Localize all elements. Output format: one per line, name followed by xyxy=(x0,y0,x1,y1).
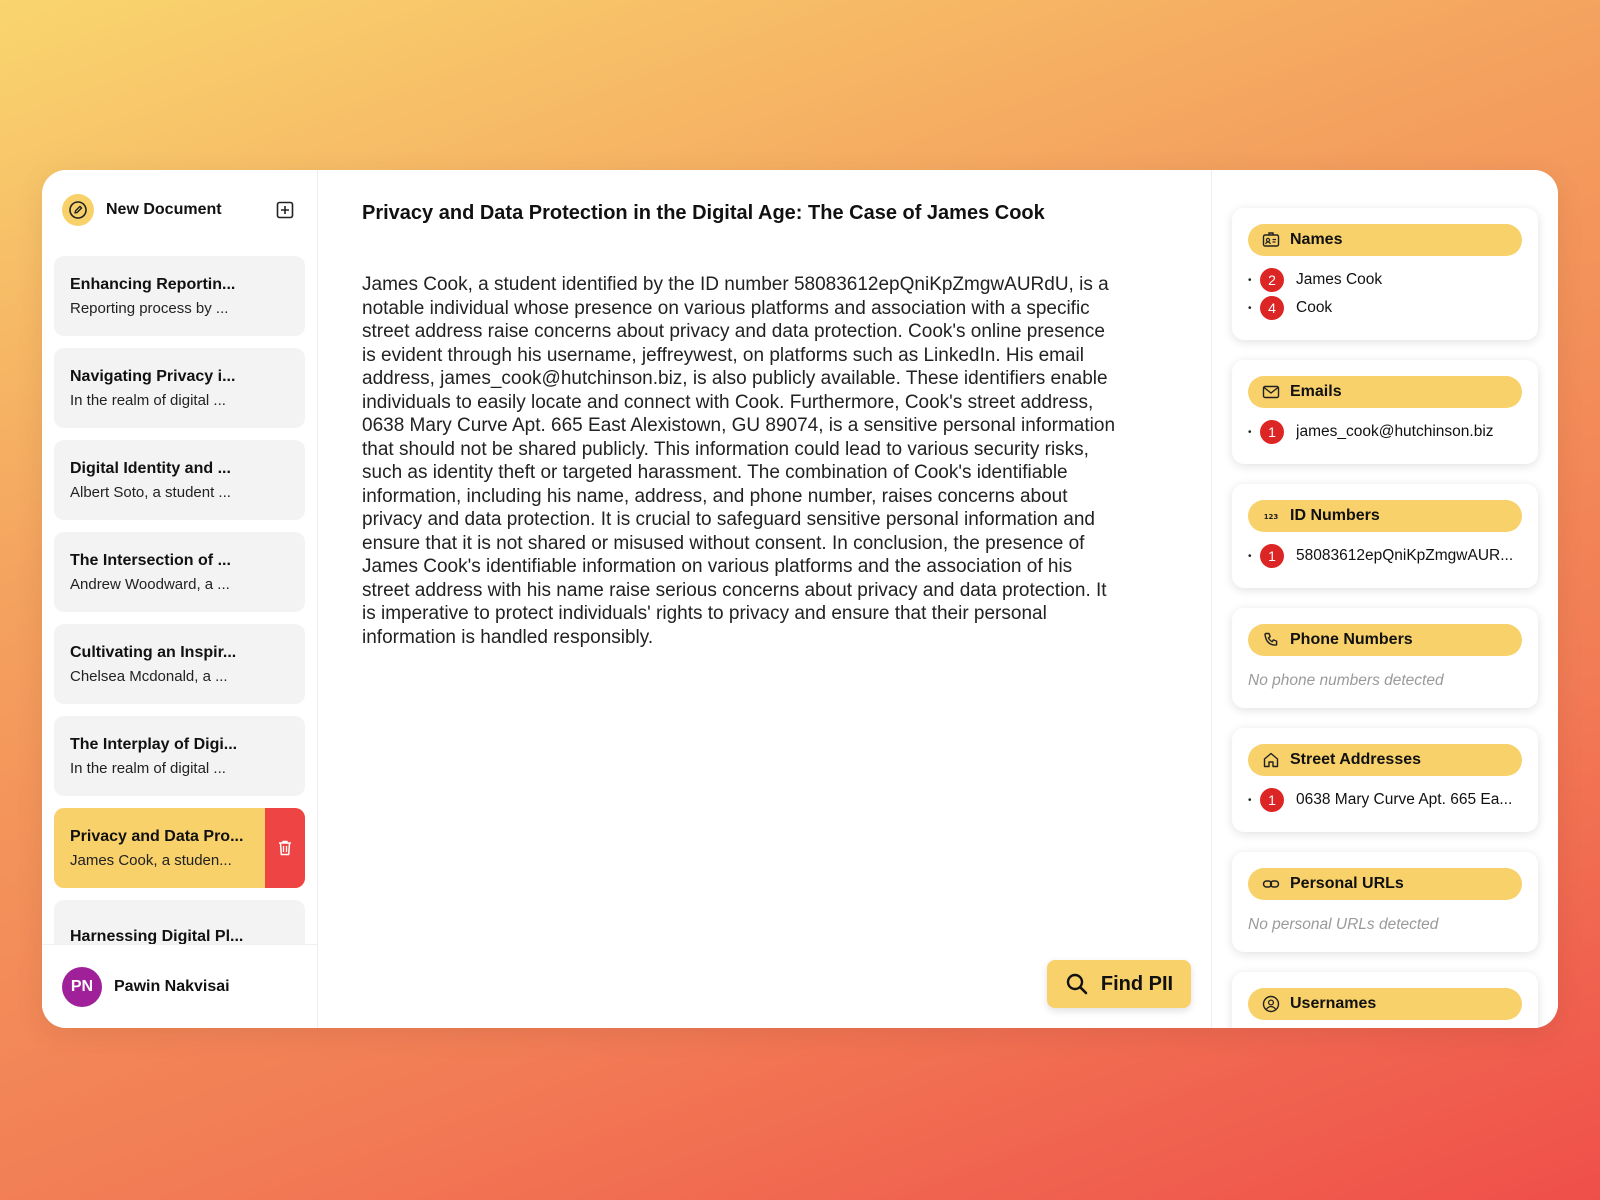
names-card: Names • 2 James Cook • 4 Cook xyxy=(1232,208,1538,340)
find-pii-button[interactable]: Find PII xyxy=(1047,960,1191,1008)
usernames-header: Usernames xyxy=(1248,988,1522,1020)
id-numbers-list: • 1 58083612epQniKpZmgwAUR... xyxy=(1248,542,1522,570)
plus-square-icon xyxy=(276,201,294,219)
document-title: Enhancing Reportin... xyxy=(70,275,236,293)
phone-numbers-title: Phone Numbers xyxy=(1290,631,1413,648)
search-icon xyxy=(1066,973,1088,995)
street-addresses-title: Street Addresses xyxy=(1290,751,1422,768)
document-item[interactable]: Navigating Privacy i... In the realm of … xyxy=(54,348,305,428)
document-list: Enhancing Reportin... Reporting process … xyxy=(54,256,305,944)
add-document-button[interactable] xyxy=(273,198,297,222)
id-numbers-title: ID Numbers xyxy=(1290,507,1380,524)
trash-icon xyxy=(279,840,291,856)
list-item[interactable]: • 1 58083612epQniKpZmgwAUR... xyxy=(1248,542,1522,570)
number-icon: 123 xyxy=(1264,513,1279,521)
document-editor: Privacy and Data Protection in the Digit… xyxy=(318,170,1212,1028)
item-text: 0638 Mary Curve Apt. 665 Ea... xyxy=(1296,791,1513,808)
names-list: • 2 James Cook • 4 Cook xyxy=(1248,266,1522,322)
usernames-card: Usernames xyxy=(1232,972,1538,1028)
count-badge: 1 xyxy=(1260,420,1284,444)
id-card-icon xyxy=(1262,232,1280,247)
pii-panel: Names • 2 James Cook • 4 Cook Emails • 1 james… xyxy=(1212,170,1558,1028)
emails-list: • 1 james_cook@hutchinson.biz xyxy=(1248,418,1522,446)
find-pii-label: Find PII xyxy=(1100,972,1174,995)
home-icon xyxy=(1263,752,1279,768)
user-profile[interactable]: PN Pawin Nakvisai xyxy=(42,944,317,1028)
document-title: Digital Identity and ... xyxy=(70,459,231,477)
document-heading[interactable]: Privacy and Data Protection in the Digit… xyxy=(362,202,1167,225)
usernames-title: Usernames xyxy=(1290,995,1377,1012)
svg-text:123: 123 xyxy=(1264,513,1279,521)
document-title: Privacy and Data Pro... xyxy=(70,827,244,845)
document-snippet: In the realm of digital ... xyxy=(70,391,226,409)
user-name: Pawin Nakvisai xyxy=(114,977,230,995)
document-item[interactable]: Enhancing Reportin... Reporting process … xyxy=(54,256,305,336)
item-text: James Cook xyxy=(1296,271,1383,288)
personal-urls-header: Personal URLs xyxy=(1248,868,1522,900)
document-snippet: Chelsea Mcdonald, a ... xyxy=(70,667,228,685)
list-item[interactable]: • 2 James Cook xyxy=(1248,266,1522,294)
delete-document-button[interactable] xyxy=(265,808,305,888)
street-addresses-card: Street Addresses • 1 0638 Mary Curve Apt. … xyxy=(1232,728,1538,832)
emails-title: Emails xyxy=(1290,383,1342,400)
list-item[interactable]: • 4 Cook xyxy=(1248,294,1522,322)
document-item[interactable]: The Intersection of ... Andrew Woodward,… xyxy=(54,532,305,612)
document-title: Cultivating an Inspir... xyxy=(70,643,237,661)
names-header: Names xyxy=(1248,224,1522,256)
document-item-active[interactable]: Privacy and Data Pro... James Cook, a st… xyxy=(54,808,305,888)
document-snippet: Andrew Woodward, a ... xyxy=(70,575,230,593)
document-item[interactable]: Digital Identity and ... Albert Soto, a … xyxy=(54,440,305,520)
link-icon xyxy=(1262,880,1280,888)
count-badge: 2 xyxy=(1260,268,1284,292)
document-body[interactable]: James Cook, a student identified by the … xyxy=(362,273,1122,649)
count-badge: 1 xyxy=(1260,788,1284,812)
user-circle-icon xyxy=(1262,995,1280,1013)
list-item[interactable]: • 1 james_cook@hutchinson.biz xyxy=(1248,418,1522,446)
item-text: 58083612epQniKpZmgwAUR... xyxy=(1296,547,1514,564)
document-title: The Interplay of Digi... xyxy=(70,735,238,753)
document-title: Navigating Privacy i... xyxy=(70,367,236,385)
item-text: james_cook@hutchinson.biz xyxy=(1296,423,1494,440)
mail-icon xyxy=(1262,385,1280,399)
pencil-icon xyxy=(62,194,94,226)
sidebar-header: New Document xyxy=(42,170,317,250)
document-item[interactable]: Harnessing Digital Pl... xyxy=(54,900,305,944)
document-title: Harnessing Digital Pl... xyxy=(70,928,244,944)
id-numbers-card: 123 ID Numbers • 1 58083612epQniKpZmgwAUR.… xyxy=(1232,484,1538,588)
street-addresses-list: • 1 0638 Mary Curve Apt. 665 Ea... xyxy=(1248,786,1522,814)
personal-urls-title: Personal URLs xyxy=(1290,875,1404,892)
personal-urls-card: Personal URLs No personal URLs detected xyxy=(1232,852,1538,952)
phone-numbers-header: Phone Numbers xyxy=(1248,624,1522,656)
names-title: Names xyxy=(1290,231,1343,248)
empty-state: No personal URLs detected xyxy=(1248,916,1439,933)
sidebar: New Document Enhancing Reportin... Repor… xyxy=(42,170,318,1028)
emails-card: Emails • 1 james_cook@hutchinson.biz xyxy=(1232,360,1538,464)
document-title: The Intersection of ... xyxy=(70,551,231,569)
app-window: New Document Enhancing Reportin... Repor… xyxy=(42,170,1558,1028)
count-badge: 4 xyxy=(1260,296,1284,320)
document-snippet: James Cook, a studen... xyxy=(70,851,232,869)
emails-header: Emails xyxy=(1248,376,1522,408)
document-snippet: In the realm of digital ... xyxy=(70,759,226,777)
new-document-label[interactable]: New Document xyxy=(106,201,273,219)
empty-state: No phone numbers detected xyxy=(1248,672,1444,689)
street-addresses-header: Street Addresses xyxy=(1248,744,1522,776)
document-snippet: Reporting process by ... xyxy=(70,299,229,317)
id-numbers-header: 123 ID Numbers xyxy=(1248,500,1522,532)
avatar: PN xyxy=(62,966,102,1007)
phone-numbers-card: Phone Numbers No phone numbers detected xyxy=(1232,608,1538,708)
document-item[interactable]: Cultivating an Inspir... Chelsea Mcdonal… xyxy=(54,624,305,704)
list-item[interactable]: • 1 0638 Mary Curve Apt. 665 Ea... xyxy=(1248,786,1522,814)
count-badge: 1 xyxy=(1260,544,1284,568)
document-item[interactable]: The Interplay of Digi... In the realm of… xyxy=(54,716,305,796)
item-text: Cook xyxy=(1296,299,1333,316)
document-snippet: Albert Soto, a student ... xyxy=(70,483,231,501)
phone-icon xyxy=(1264,632,1278,646)
